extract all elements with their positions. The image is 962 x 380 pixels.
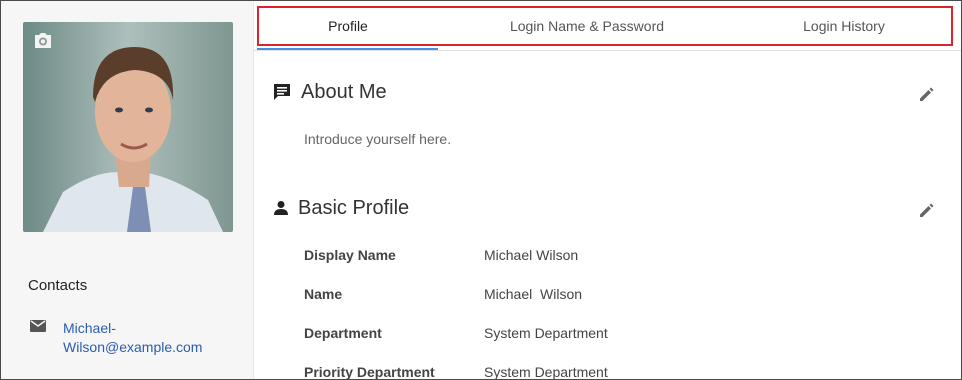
field-label-display-name: Display Name [304,247,396,263]
field-label-name: Name [304,286,343,302]
edit-basic-profile-icon[interactable] [918,203,934,219]
camera-icon[interactable] [34,33,52,49]
person-icon [273,200,291,218]
field-value-name: Michael Wilson [484,286,583,302]
profile-window: Contacts Michael- Wilson@example.com Pro… [0,0,962,380]
email-link[interactable]: Michael- Wilson@example.com [63,319,223,357]
about-me-placeholder[interactable]: Introduce yourself here. [304,131,451,147]
tab-divider [254,50,961,51]
about-me-title: About Me [301,81,387,103]
basic-profile-title: Basic Profile [298,197,410,219]
field-value-priority-department: System Department [484,364,608,380]
tab-bar: Profile Login Name & Password Login Hist… [257,6,953,46]
tab-login-name-password[interactable]: Login Name & Password [437,8,737,44]
profile-sidebar: Contacts Michael- Wilson@example.com [1,1,254,379]
comment-icon [273,83,291,101]
profile-photo[interactable] [23,22,233,232]
tab-login-history[interactable]: Login History [737,8,951,44]
field-label-priority-department: Priority Department [304,364,435,380]
email-line-2: Wilson@example.com [63,339,203,355]
contacts-title: Contacts [28,277,88,294]
edit-about-icon[interactable] [918,87,934,103]
field-value-department: System Department [484,325,608,341]
email-line-1: Michael- [63,320,116,336]
field-label-department: Department [304,325,382,341]
field-value-display-name: Michael Wilson [484,247,579,263]
tab-profile[interactable]: Profile [259,8,437,44]
mail-icon [29,319,47,333]
